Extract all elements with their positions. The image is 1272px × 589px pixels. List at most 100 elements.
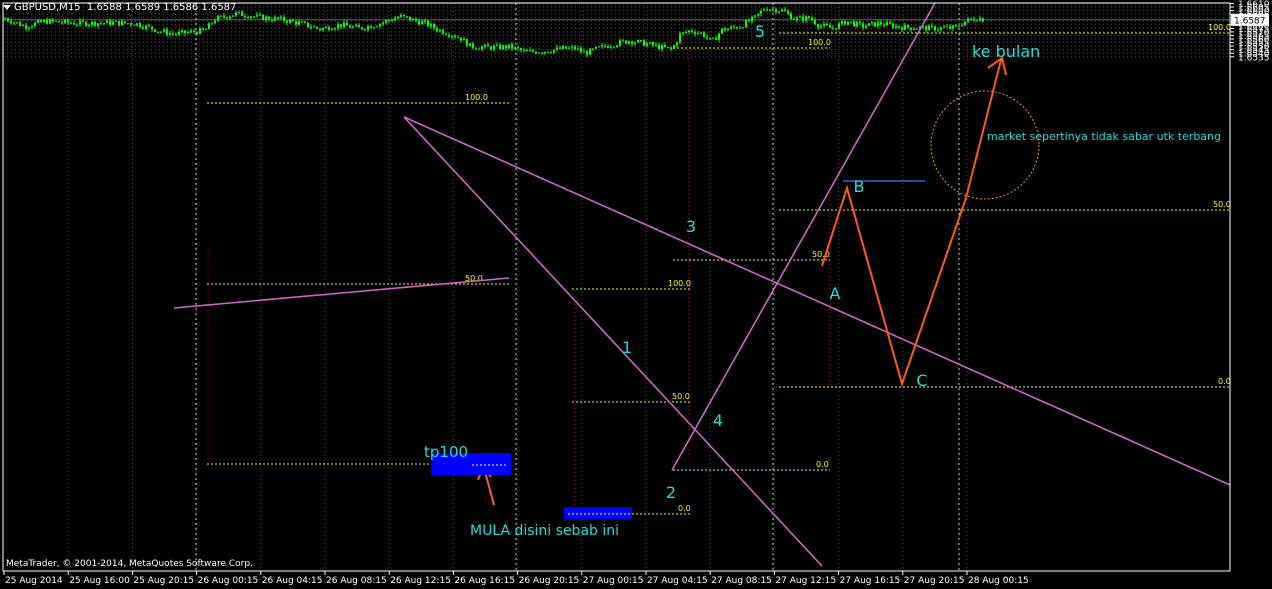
candle-body (724, 28, 726, 31)
candle-body (859, 21, 861, 24)
candle-body (862, 23, 864, 28)
candle-body (403, 14, 405, 17)
x-tick-label: 26 Aug 16:15 (454, 576, 515, 586)
candle-body (190, 30, 192, 33)
candle-body (337, 24, 339, 29)
candle-body (274, 17, 276, 21)
candle-body (46, 19, 48, 24)
candle-body (175, 33, 177, 35)
candle-body (592, 48, 594, 50)
candle-body (445, 33, 447, 35)
candle-body (868, 23, 870, 27)
wave-label: 1 (622, 338, 632, 357)
candle-body (517, 46, 519, 49)
candle-body (640, 39, 642, 41)
candle-body (664, 44, 666, 48)
candle-body (196, 32, 198, 34)
candle-body (766, 9, 768, 11)
start-box (564, 507, 632, 519)
x-tick-label: 27 Aug 04:15 (647, 576, 708, 586)
candle-body (370, 26, 372, 28)
candle-body (277, 17, 279, 19)
candle-body (172, 33, 174, 35)
candle-body (289, 19, 291, 23)
candle-body (394, 18, 396, 21)
x-tick-label: 27 Aug 08:15 (711, 576, 772, 586)
candle-body (148, 25, 150, 27)
candle-body (187, 32, 189, 34)
candle-body (634, 42, 636, 44)
candle-body (967, 18, 969, 22)
candle-body (76, 24, 78, 26)
candle-body (820, 25, 822, 28)
candle-body (976, 20, 978, 22)
candle-body (661, 44, 663, 49)
candle-body (376, 26, 378, 28)
candle-body (154, 29, 156, 32)
candle-body (322, 28, 324, 31)
candle-body (343, 22, 345, 27)
candle-body (28, 27, 30, 29)
candle-body (7, 18, 9, 22)
candle-body (913, 29, 915, 31)
candle-body (70, 22, 72, 24)
candle-body (115, 20, 117, 22)
candle-body (304, 21, 306, 23)
candle-body (328, 26, 330, 30)
candle-body (391, 20, 393, 22)
candle-body (214, 20, 216, 24)
candle-body (496, 44, 498, 46)
candle-body (130, 23, 132, 25)
candle-body (103, 22, 105, 24)
candle-body (553, 49, 555, 53)
candle-body (514, 46, 516, 49)
candle-body (760, 10, 762, 14)
candle-body (748, 20, 750, 22)
candle-body (259, 14, 261, 16)
candle-body (718, 33, 720, 40)
candle-body (877, 22, 879, 27)
candle-body (448, 34, 450, 37)
candle-body (205, 29, 207, 31)
candle-body (211, 23, 213, 25)
candle-body (283, 16, 285, 21)
candle-body (142, 27, 144, 29)
candle-body (727, 28, 729, 31)
candle-body (466, 38, 468, 47)
x-tick-label: 27 Aug 16:15 (840, 576, 901, 586)
current-price-text: 1.6587 (1234, 16, 1266, 26)
chart-frame (2, 2, 1231, 572)
candle-body (925, 26, 927, 31)
candle-body (943, 27, 945, 29)
candle-body (637, 39, 639, 43)
candle-body (784, 9, 786, 12)
candle-body (43, 19, 45, 22)
candle-body (64, 19, 66, 23)
candle-body (223, 15, 225, 18)
candle-body (712, 37, 714, 39)
candle-body (292, 19, 294, 22)
candle-body (226, 17, 228, 19)
candle-body (895, 25, 897, 28)
candle-body (10, 21, 12, 24)
candle-body (973, 18, 975, 21)
candle-body (652, 42, 654, 46)
candle-body (655, 44, 657, 46)
candle-body (136, 23, 138, 26)
candle-body (709, 37, 711, 39)
candle-body (610, 46, 612, 48)
candle-body (880, 22, 882, 25)
price-chart[interactable]: 100.050.00.0100.050.00.0100.050.00.0100.… (0, 0, 1272, 589)
fib-level-label: 0.0 (816, 460, 829, 469)
candle-body (217, 16, 219, 21)
candle-body (547, 51, 549, 53)
dropdown-triangle-icon[interactable] (3, 4, 11, 10)
candle-body (679, 33, 681, 43)
candle-body (352, 26, 354, 28)
candle-body (796, 17, 798, 20)
candle-body (577, 48, 579, 50)
candle-body (31, 26, 33, 28)
candle-body (247, 16, 249, 18)
candle-body (85, 21, 87, 26)
candle-body (118, 20, 120, 26)
